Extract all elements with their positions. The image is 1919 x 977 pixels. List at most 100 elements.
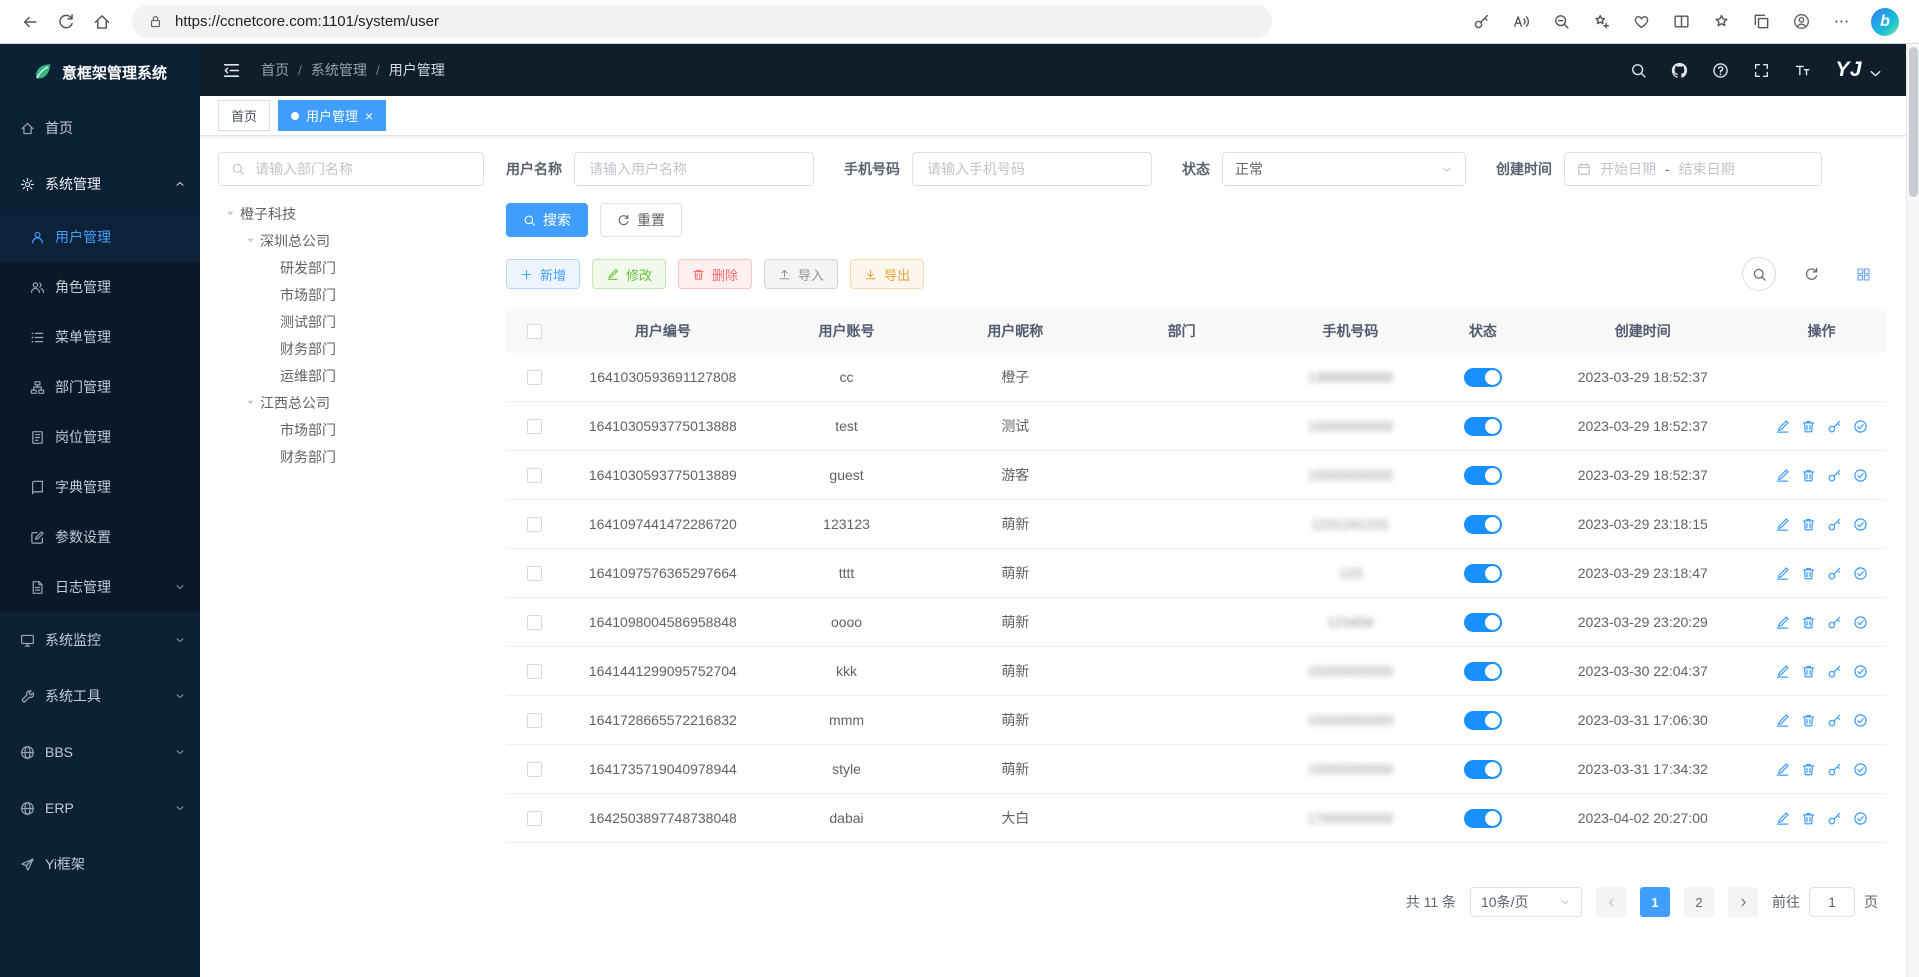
tree-node[interactable]: 测试部门: [218, 308, 484, 335]
delete-button[interactable]: 删除: [678, 259, 752, 289]
edit-user-icon[interactable]: [1775, 762, 1790, 777]
next-page-button[interactable]: [1728, 887, 1758, 917]
tab[interactable]: 首页: [218, 100, 270, 131]
edit-user-icon[interactable]: [1775, 664, 1790, 679]
table-row[interactable]: 1641097441472286720123123萌新1231241231202…: [506, 500, 1886, 549]
url-input[interactable]: [173, 12, 1256, 31]
tree-node[interactable]: 运维部门: [218, 362, 484, 389]
row-checkbox[interactable]: [527, 811, 542, 826]
reset-password-icon[interactable]: [1827, 566, 1842, 581]
row-checkbox[interactable]: [527, 468, 542, 483]
reset-password-icon[interactable]: [1827, 713, 1842, 728]
sidebar-item-system-monitor[interactable]: 系统监控: [0, 612, 200, 668]
row-checkbox[interactable]: [527, 713, 542, 728]
username-input[interactable]: [587, 160, 801, 178]
zoom-icon[interactable]: [1543, 4, 1579, 40]
sidebar-item-system-mgmt[interactable]: 系统管理: [0, 156, 200, 212]
date-range-picker[interactable]: 开始日期 - 结束日期: [1564, 152, 1822, 186]
collections-icon[interactable]: [1743, 4, 1779, 40]
delete-user-icon[interactable]: [1801, 811, 1816, 826]
sidebar-item-bbs[interactable]: BBS: [0, 724, 200, 780]
row-checkbox[interactable]: [527, 370, 542, 385]
assign-role-icon[interactable]: [1853, 713, 1868, 728]
menu-fold-icon[interactable]: [222, 61, 241, 80]
help-icon[interactable]: [1712, 62, 1729, 79]
reset-password-icon[interactable]: [1827, 615, 1842, 630]
browser-essentials-icon[interactable]: [1623, 4, 1659, 40]
fullscreen-icon[interactable]: [1753, 62, 1770, 79]
favorites-icon[interactable]: [1703, 4, 1739, 40]
tree-node[interactable]: 财务部门: [218, 335, 484, 362]
status-toggle[interactable]: [1464, 466, 1502, 485]
reset-password-icon[interactable]: [1827, 664, 1842, 679]
delete-user-icon[interactable]: [1801, 468, 1816, 483]
assign-role-icon[interactable]: [1853, 468, 1868, 483]
edit-button[interactable]: 修改: [592, 259, 666, 289]
edit-user-icon[interactable]: [1775, 419, 1790, 434]
table-row[interactable]: 1641030593775013888test测试150000000002023…: [506, 402, 1886, 451]
password-key-icon[interactable]: [1463, 4, 1499, 40]
breadcrumb-item[interactable]: 首页: [261, 60, 289, 80]
refresh-table-button[interactable]: [1794, 257, 1828, 291]
sidebar-item-post-mgmt[interactable]: 岗位管理: [0, 412, 200, 462]
edit-user-icon[interactable]: [1775, 517, 1790, 532]
table-row[interactable]: 1641030593775013889guest游客15000000000202…: [506, 451, 1886, 500]
row-checkbox[interactable]: [527, 615, 542, 630]
sidebar-item-role-mgmt[interactable]: 角色管理: [0, 262, 200, 312]
delete-user-icon[interactable]: [1801, 713, 1816, 728]
status-select[interactable]: 正常: [1222, 152, 1466, 186]
status-toggle[interactable]: [1464, 809, 1502, 828]
select-all-checkbox[interactable]: [527, 324, 542, 339]
edit-user-icon[interactable]: [1775, 566, 1790, 581]
delete-user-icon[interactable]: [1801, 517, 1816, 532]
status-toggle[interactable]: [1464, 564, 1502, 583]
split-screen-icon[interactable]: [1663, 4, 1699, 40]
status-toggle[interactable]: [1464, 368, 1502, 387]
delete-user-icon[interactable]: [1801, 566, 1816, 581]
edit-user-icon[interactable]: [1775, 811, 1790, 826]
row-checkbox[interactable]: [527, 419, 542, 434]
tree-node[interactable]: 深圳总公司: [218, 227, 484, 254]
prev-page-button[interactable]: [1596, 887, 1626, 917]
table-row[interactable]: 1641097576365297664tttt萌新1232023-03-29 2…: [506, 549, 1886, 598]
scrollbar-thumb[interactable]: [1909, 47, 1918, 197]
goto-input[interactable]: [1809, 887, 1855, 917]
status-toggle[interactable]: [1464, 760, 1502, 779]
sidebar-item-home[interactable]: 首页: [0, 100, 200, 156]
reset-button[interactable]: 重置: [600, 203, 682, 237]
search-button[interactable]: 搜索: [506, 203, 588, 237]
address-bar[interactable]: [132, 5, 1272, 38]
sidebar-item-erp[interactable]: ERP: [0, 780, 200, 836]
reset-password-icon[interactable]: [1827, 517, 1842, 532]
sidebar-item-yi-framework[interactable]: Yi框架: [0, 836, 200, 892]
browser-home-button[interactable]: [84, 4, 120, 40]
assign-role-icon[interactable]: [1853, 811, 1868, 826]
page-button[interactable]: 2: [1684, 887, 1714, 917]
edit-user-icon[interactable]: [1775, 713, 1790, 728]
status-toggle[interactable]: [1464, 711, 1502, 730]
tree-node[interactable]: 市场部门: [218, 416, 484, 443]
refresh-button[interactable]: [48, 4, 84, 40]
import-button[interactable]: 导入: [764, 259, 838, 289]
more-options-icon[interactable]: [1823, 4, 1859, 40]
font-size-icon[interactable]: [1794, 62, 1811, 79]
dept-search-input[interactable]: [253, 160, 471, 178]
back-button[interactable]: [12, 4, 48, 40]
export-button[interactable]: 导出: [850, 259, 924, 289]
assign-role-icon[interactable]: [1853, 419, 1868, 434]
phone-input[interactable]: [925, 160, 1139, 178]
tree-node[interactable]: 市场部门: [218, 281, 484, 308]
github-icon[interactable]: [1671, 62, 1688, 79]
table-row[interactable]: 1641728665572216832mmm萌新150000000002023-…: [506, 696, 1886, 745]
page-size-select[interactable]: 10条/页: [1470, 887, 1582, 917]
tab[interactable]: 用户管理×: [278, 100, 386, 131]
tree-node[interactable]: 江西总公司: [218, 389, 484, 416]
table-row[interactable]: 1642503897748738048dabai大白17000000000202…: [506, 794, 1886, 843]
table-row[interactable]: 1641735719040978944style萌新15000000000202…: [506, 745, 1886, 794]
assign-role-icon[interactable]: [1853, 664, 1868, 679]
row-checkbox[interactable]: [527, 762, 542, 777]
table-row[interactable]: 1641441299095752704kkk萌新150000000002023-…: [506, 647, 1886, 696]
table-row[interactable]: 1641030593691127808cc橙子138888888882023-0…: [506, 353, 1886, 402]
assign-role-icon[interactable]: [1853, 762, 1868, 777]
row-checkbox[interactable]: [527, 664, 542, 679]
